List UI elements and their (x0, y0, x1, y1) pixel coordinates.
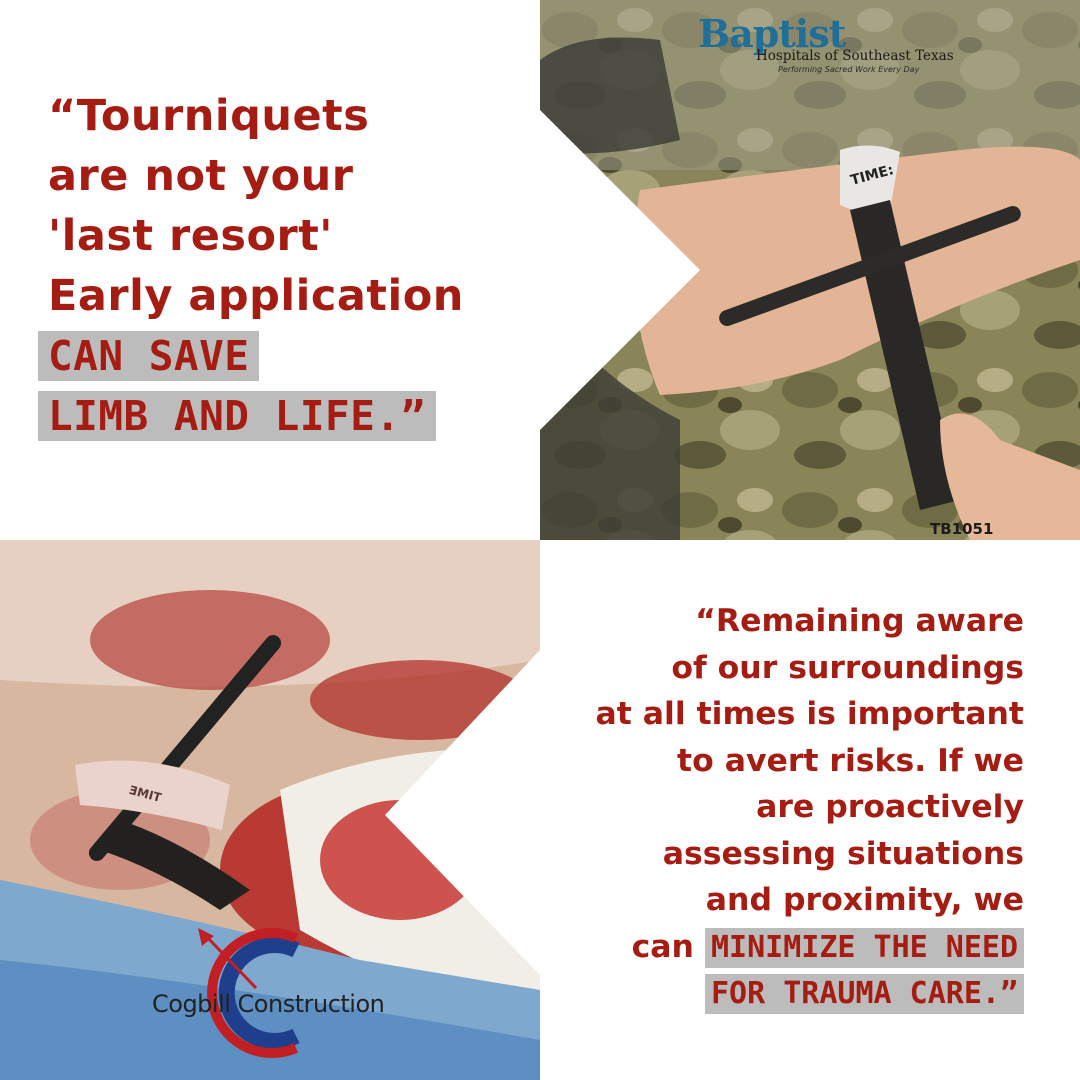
cogbill-construction-logo: Cogbill Construction (152, 990, 385, 1018)
quote-line: of our surroundings (671, 649, 1024, 686)
quote-highlight: FOR TRAUMA CARE.” (704, 974, 1024, 1014)
baptist-logo-subtitle: Hospitals of Southeast Texas (756, 48, 954, 64)
quote-line: “Remaining aware (695, 603, 1024, 639)
photo-code: TB1051 (930, 520, 994, 538)
tourniquet-quote: “Tourniquets are not your 'last resort' … (38, 86, 528, 446)
tourniquet-arm-photo: TIME: (540, 0, 1080, 540)
quote-lead-word: can (631, 928, 694, 965)
quote-highlight: MINIMIZE THE NEED (704, 927, 1024, 968)
awareness-quote: “Remaining aware of our surroundings at … (554, 598, 1024, 1017)
quote-line: are proactively (756, 789, 1024, 825)
quote-line: at all times is important (595, 696, 1024, 732)
baptist-hospitals-logo: Baptist Hospitals of Southeast Texas Per… (698, 14, 954, 75)
baptist-logo-tagline: Performing Sacred Work Every Day (778, 65, 920, 74)
quote-line: Early application (48, 271, 464, 321)
quote-line: and proximity, we (705, 882, 1024, 918)
quote-highlight: LIMB AND LIFE.” (38, 391, 436, 441)
quote-highlight: CAN SAVE (38, 331, 260, 381)
quote-line: 'last resort' (48, 211, 333, 261)
quote-line: “Tourniquets (48, 91, 370, 141)
quote-line: assessing situations (662, 835, 1024, 872)
quote-line: to avert risks. If we (677, 742, 1024, 779)
quote-line: are not your (48, 151, 354, 201)
